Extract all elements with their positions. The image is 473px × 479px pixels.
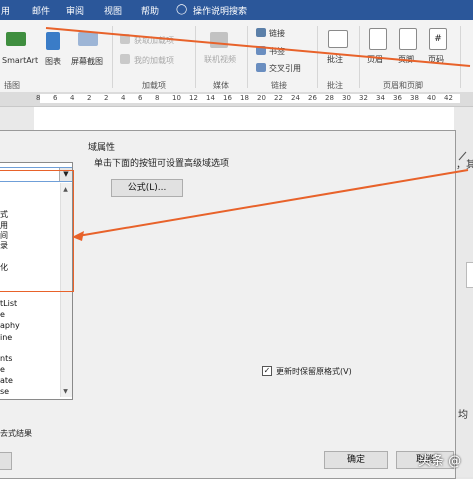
cursor-mark — [458, 151, 467, 161]
annotation-arrows — [45, 27, 471, 241]
arrow-to-field-list — [77, 169, 469, 237]
arrow-to-field-button — [45, 27, 471, 67]
arrow-head — [72, 231, 84, 241]
